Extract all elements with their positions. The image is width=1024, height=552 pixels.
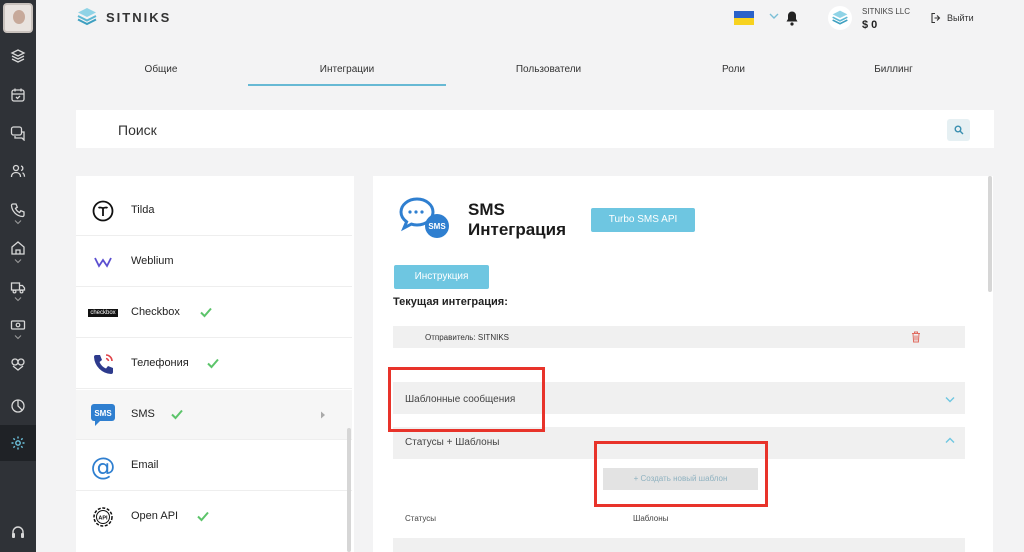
chevron-down-icon [14, 259, 22, 264]
logout-button[interactable]: Выйти [930, 12, 974, 24]
panel-title: SMS Интеграция [468, 200, 567, 239]
highlight-box [388, 367, 545, 432]
svg-text:SMS: SMS [428, 222, 446, 231]
account-logo[interactable] [828, 6, 852, 30]
chevron-down-icon[interactable] [769, 12, 779, 20]
sitniks-logo-icon [832, 10, 848, 25]
tab-general[interactable]: Общие [96, 54, 226, 86]
tab-integrations[interactable]: Интеграции [248, 54, 446, 86]
turbo-sms-api-button[interactable]: Turbo SMS API [591, 208, 695, 232]
check-icon [207, 358, 219, 369]
list-item-label: Email [131, 459, 159, 471]
top-bar: SITNIKS SITNIKS LLC $ 0 Выйти [36, 0, 1024, 40]
sender-text: Отправитель: SITNIKS [425, 333, 509, 342]
list-item-label: SMS [131, 408, 155, 420]
accordion-label: Статусы + Шаблоны [405, 437, 500, 448]
phone-icon [89, 351, 117, 377]
chevron-down-icon [14, 335, 22, 340]
tab-users[interactable]: Пользователи [486, 54, 611, 86]
list-item-open-api[interactable]: API Open API [76, 492, 352, 542]
sms-chat-logo-icon: SMS [399, 197, 449, 238]
pie-chart-icon[interactable] [0, 388, 36, 424]
handshake-icon[interactable] [0, 346, 36, 382]
list-item-label: Weblium [131, 255, 174, 267]
list-item-label: Checkbox [131, 306, 180, 318]
list-item-checkbox[interactable]: checkbox Checkbox [76, 288, 352, 338]
list-item-tilda[interactable]: Tilda [76, 186, 352, 236]
list-item-label: Телефония [131, 357, 189, 369]
table-row [393, 538, 965, 552]
layers-icon[interactable] [0, 38, 36, 74]
search-bar[interactable]: Поиск [76, 110, 994, 148]
logout-icon [931, 12, 941, 24]
sms-icon: SMS [89, 402, 117, 428]
highlight-box [594, 441, 768, 507]
list-item-label: Tilda [131, 204, 155, 216]
column-header-statuses: Статусы [405, 514, 437, 523]
sender-row: Отправитель: SITNIKS [393, 326, 965, 348]
integrations-list: Tilda Weblium checkbox Checkbox Телефони… [76, 176, 354, 552]
chat-icon[interactable] [0, 115, 36, 151]
headset-icon[interactable] [0, 514, 36, 550]
account-name: SITNIKS LLC [862, 7, 911, 16]
list-item-telephony[interactable]: Телефония [76, 339, 352, 389]
account-balance: $ 0 [862, 19, 878, 31]
tab-roles[interactable]: Роли [686, 54, 781, 86]
column-header-templates: Шаблоны [633, 514, 669, 523]
panel-scrollbar[interactable] [988, 176, 992, 292]
svg-text:SMS: SMS [94, 409, 112, 418]
tab-billing[interactable]: Биллинг [831, 54, 956, 86]
chevron-down-icon [945, 397, 955, 403]
user-avatar[interactable] [3, 3, 33, 33]
trash-icon[interactable] [911, 331, 921, 343]
list-scrollbar[interactable] [347, 428, 351, 552]
at-icon: @ [90, 451, 116, 481]
settings-icon[interactable] [0, 425, 36, 461]
check-icon [171, 409, 183, 420]
list-item-label: Open API [131, 510, 179, 522]
current-integration-label: Текущая интеграция: [393, 296, 508, 308]
checkbox-logo-icon: checkbox [88, 309, 118, 317]
chevron-right-icon [321, 411, 325, 419]
brand-name: SITNIKS [106, 9, 172, 25]
brand-logo[interactable]: SITNIKS [76, 6, 171, 28]
calendar-icon[interactable] [0, 77, 36, 113]
list-item-sms[interactable]: SMS SMS [76, 390, 352, 440]
list-item-email[interactable]: @ Email [76, 441, 352, 491]
check-icon [200, 307, 212, 318]
bell-icon[interactable] [785, 10, 799, 26]
sitniks-logo-icon [77, 8, 97, 26]
logout-label: Выйти [947, 13, 974, 23]
settings-tabs: Общие Интеграции Пользователи Роли Билли… [36, 54, 1024, 88]
chevron-down-icon [14, 220, 22, 225]
svg-text:API: API [98, 515, 108, 521]
check-icon [197, 511, 209, 522]
ukraine-flag-icon[interactable] [734, 11, 754, 25]
sidebar [0, 0, 36, 552]
search-button[interactable] [947, 119, 970, 141]
search-label: Поиск [118, 122, 157, 138]
weblium-icon [89, 249, 117, 275]
users-icon[interactable] [0, 153, 36, 189]
chevron-up-icon [945, 437, 955, 443]
api-gear-icon: API [89, 504, 117, 530]
search-icon [954, 125, 963, 135]
chevron-down-icon [14, 297, 22, 302]
list-item-weblium[interactable]: Weblium [76, 237, 352, 287]
tilda-icon [89, 198, 117, 224]
instruction-button[interactable]: Инструкция [394, 265, 489, 289]
